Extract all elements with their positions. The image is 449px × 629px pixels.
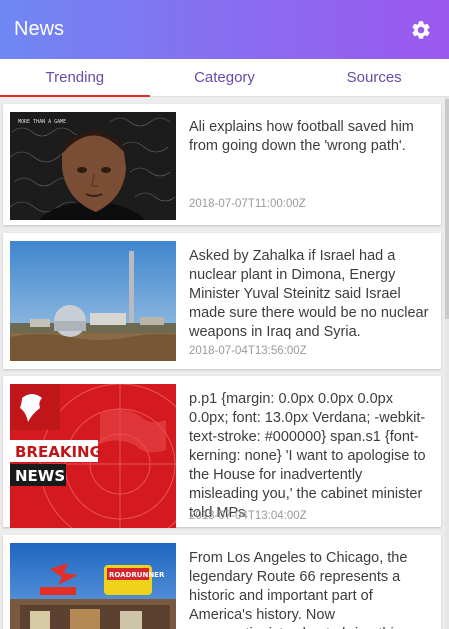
article-title: From Los Angeles to Chicago, the legenda… xyxy=(189,550,408,629)
image-caption-text: MORE THAN A GAME xyxy=(18,119,66,125)
feed-scrollbar[interactable] xyxy=(445,97,449,629)
article-title: p.p1 {margin: 0.0px 0.0px 0.0px 0.0px; f… xyxy=(189,391,426,521)
app-bar: News xyxy=(0,0,449,59)
article-date: 2018-07-04T13:56:00Z xyxy=(189,345,307,357)
article-card[interactable]: Asked by Zahalka if Israel had a nuclear… xyxy=(3,233,441,369)
news-feed[interactable]: MORE THAN A GAME Ali explains how footba… xyxy=(0,97,449,629)
tab-sources[interactable]: Sources xyxy=(299,59,449,96)
app-title: News xyxy=(14,18,65,40)
news-label: NEWS xyxy=(15,467,65,485)
article-image-football: MORE THAN A GAME xyxy=(10,112,176,220)
article-title: Ali explains how football saved him from… xyxy=(189,119,414,154)
scrollbar-thumb[interactable] xyxy=(445,99,449,319)
article-date: 2018-07-04T13:04:00Z xyxy=(189,510,307,522)
article-image-nuclear-plant xyxy=(10,241,176,361)
article-card[interactable]: BREAKING NEWS p.p1 {margin: 0.0px 0.0px … xyxy=(3,376,441,528)
breaking-label: BREAKING xyxy=(15,443,102,461)
tab-category[interactable]: Category xyxy=(150,59,300,96)
tab-bar: Trending Category Sources xyxy=(0,59,449,97)
tab-trending[interactable]: Trending xyxy=(0,59,150,97)
gear-icon[interactable] xyxy=(409,18,433,42)
article-date: 2018-07-07T11:00:00Z xyxy=(189,198,306,210)
sign-text: ROADRUNNER xyxy=(109,571,165,579)
article-image-breaking-news: BREAKING NEWS xyxy=(10,384,176,528)
article-title: Asked by Zahalka if Israel had a nuclear… xyxy=(189,248,429,340)
article-card[interactable]: MORE THAN A GAME Ali explains how footba… xyxy=(3,104,441,225)
article-card[interactable]: ROADRUNNER From Los Angeles to Chicago, … xyxy=(3,535,441,629)
article-image-route66: ROADRUNNER xyxy=(10,543,176,629)
